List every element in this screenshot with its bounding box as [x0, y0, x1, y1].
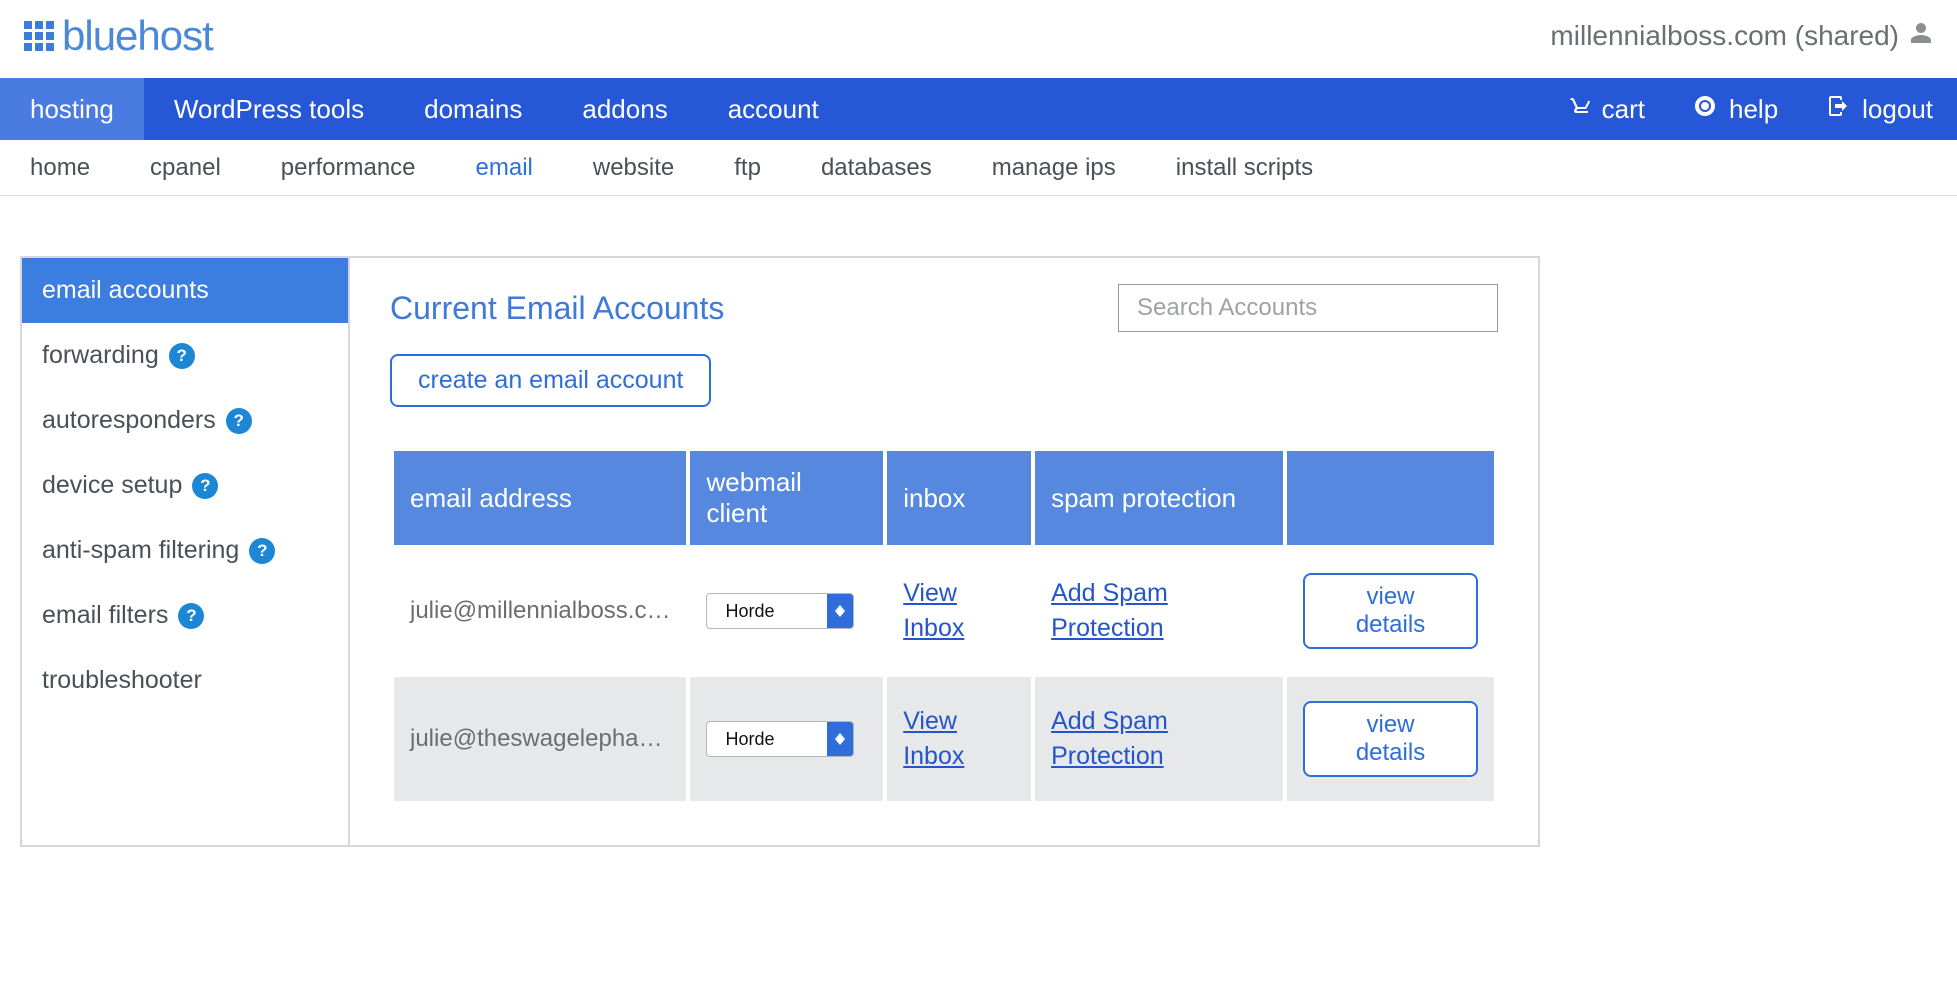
top-header: bluehost millennialboss.com (shared): [0, 0, 1957, 78]
sub-website[interactable]: website: [587, 142, 680, 194]
sub-ftp[interactable]: ftp: [728, 142, 767, 194]
view-inbox-link[interactable]: View Inbox: [903, 707, 964, 770]
th-actions: [1287, 451, 1494, 545]
account-domain[interactable]: millennialboss.com (shared): [1550, 20, 1933, 52]
cell-email: julie@theswagelepha…: [394, 677, 686, 801]
nav-cart-label: cart: [1602, 94, 1645, 125]
primary-nav: hosting WordPress tools domains addons a…: [0, 78, 1957, 140]
help-icon[interactable]: ?: [178, 603, 204, 629]
sidebar-item-label: troubleshooter: [42, 666, 202, 695]
user-icon: [1909, 20, 1933, 52]
view-inbox-link[interactable]: View Inbox: [903, 579, 964, 642]
webmail-select[interactable]: Horde: [706, 721, 854, 757]
sidebar-item-label: device setup: [42, 471, 182, 500]
sidebar-item-device-setup[interactable]: device setup ?: [22, 453, 348, 518]
table-row: julie@millennialboss.c… Horde View Inbox: [394, 549, 1494, 673]
sidebar-item-autoresponders[interactable]: autoresponders ?: [22, 388, 348, 453]
view-details-button[interactable]: view details: [1303, 573, 1478, 649]
search-input[interactable]: [1118, 284, 1498, 332]
sidebar-item-anti-spam[interactable]: anti-spam filtering ?: [22, 518, 348, 583]
brand-name: bluehost: [62, 12, 213, 60]
th-webmail[interactable]: webmail client: [690, 451, 883, 545]
cell-email: julie@millennialboss.c…: [394, 549, 686, 673]
sidebar-item-forwarding[interactable]: forwarding ?: [22, 323, 348, 388]
sub-nav: home cpanel performance email website ft…: [0, 140, 1957, 196]
sidebar-item-email-accounts[interactable]: email accounts: [22, 258, 348, 323]
help-icon[interactable]: ?: [226, 408, 252, 434]
view-details-button[interactable]: view details: [1303, 701, 1478, 777]
select-arrows-icon: [827, 593, 853, 629]
help-icon[interactable]: ?: [249, 538, 275, 564]
sidebar-item-label: email filters: [42, 601, 168, 630]
sidebar-item-label: autoresponders: [42, 406, 216, 435]
select-arrows-icon: [827, 721, 853, 757]
sidebar-item-label: forwarding: [42, 341, 159, 370]
sidebar-item-troubleshooter[interactable]: troubleshooter: [22, 648, 348, 713]
webmail-select-value: Horde: [707, 601, 827, 622]
lifebuoy-icon: [1693, 94, 1717, 125]
page-title: Current Email Accounts: [390, 290, 724, 327]
th-email[interactable]: email address: [394, 451, 686, 545]
nav-account[interactable]: account: [698, 78, 849, 140]
create-email-button[interactable]: create an email account: [390, 354, 711, 407]
logout-icon: [1826, 94, 1850, 125]
sub-installscripts[interactable]: install scripts: [1170, 142, 1319, 194]
nav-hosting[interactable]: hosting: [0, 78, 144, 140]
sidebar-item-email-filters[interactable]: email filters ?: [22, 583, 348, 648]
brand-logo[interactable]: bluehost: [24, 12, 213, 60]
nav-logout[interactable]: logout: [1802, 94, 1957, 125]
sub-performance[interactable]: performance: [275, 142, 422, 194]
th-inbox[interactable]: inbox: [887, 451, 1031, 545]
sub-manageips[interactable]: manage ips: [986, 142, 1122, 194]
logo-icon: [24, 21, 54, 51]
webmail-select[interactable]: Horde: [706, 593, 854, 629]
th-spam[interactable]: spam protection: [1035, 451, 1283, 545]
sub-email[interactable]: email: [470, 142, 539, 194]
sub-databases[interactable]: databases: [815, 142, 938, 194]
nav-logout-label: logout: [1862, 94, 1933, 125]
nav-cart[interactable]: cart: [1542, 94, 1669, 125]
webmail-select-value: Horde: [707, 729, 827, 750]
nav-help-label: help: [1729, 94, 1778, 125]
sub-home[interactable]: home: [24, 142, 96, 194]
nav-domains[interactable]: domains: [394, 78, 552, 140]
nav-addons[interactable]: addons: [552, 78, 697, 140]
nav-help[interactable]: help: [1669, 94, 1802, 125]
help-icon[interactable]: ?: [169, 343, 195, 369]
sidebar: email accounts forwarding ? autoresponde…: [22, 258, 350, 845]
nav-wordpress[interactable]: WordPress tools: [144, 78, 394, 140]
main-content: Current Email Accounts create an email a…: [350, 258, 1538, 845]
help-icon[interactable]: ?: [192, 473, 218, 499]
cart-icon: [1566, 94, 1590, 125]
table-row: julie@theswagelepha… Horde View Inbox: [394, 677, 1494, 801]
add-spam-link[interactable]: Add Spam Protection: [1051, 707, 1168, 770]
account-domain-label: millennialboss.com (shared): [1550, 20, 1899, 52]
email-accounts-table: email address webmail client inbox spam …: [390, 447, 1498, 805]
sidebar-item-label: anti-spam filtering: [42, 536, 239, 565]
add-spam-link[interactable]: Add Spam Protection: [1051, 579, 1168, 642]
sidebar-item-label: email accounts: [42, 276, 209, 305]
content-panel: email accounts forwarding ? autoresponde…: [20, 256, 1540, 847]
sub-cpanel[interactable]: cpanel: [144, 142, 227, 194]
